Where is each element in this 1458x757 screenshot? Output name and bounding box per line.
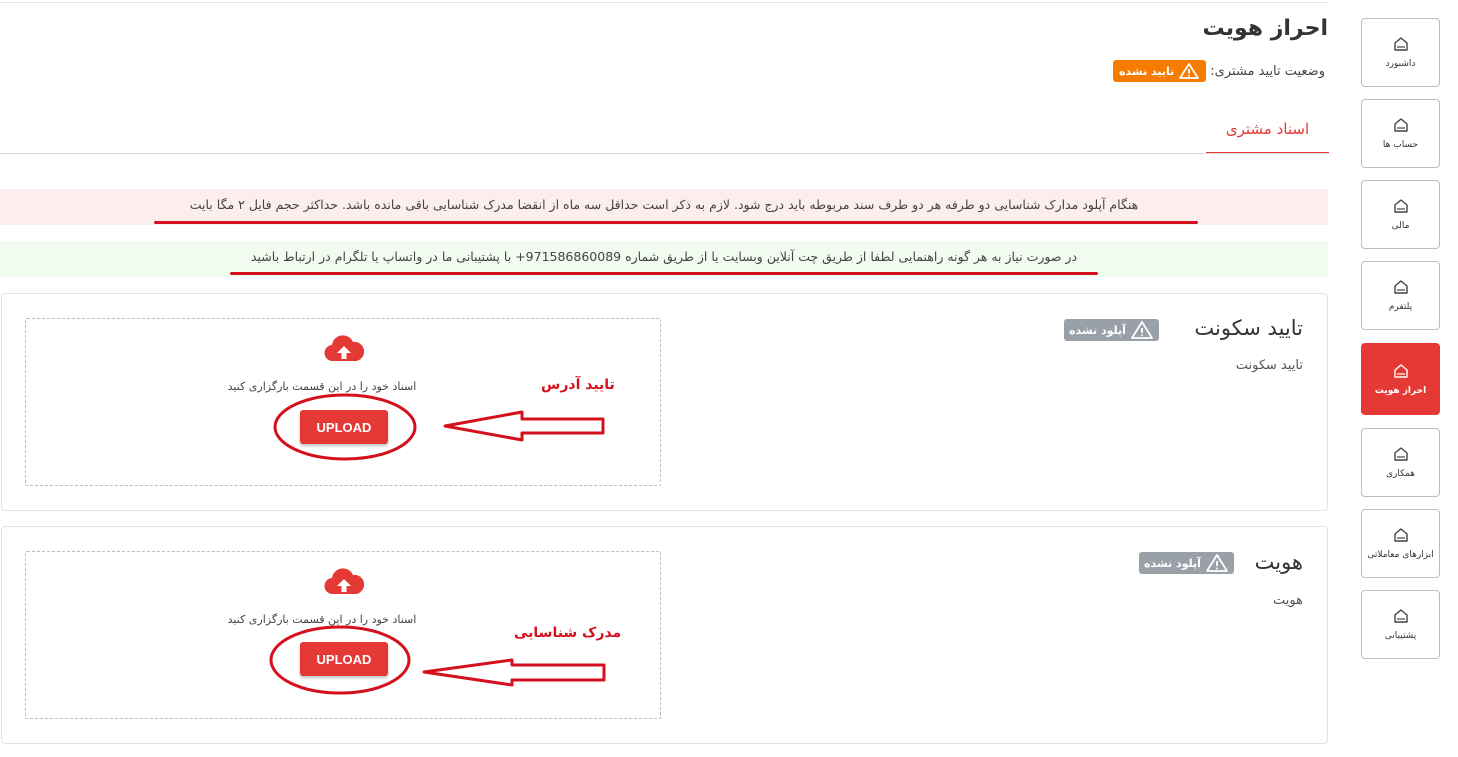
document-card-identity: هویت آپلود نشده هویت اسناد خود را در این… [1,526,1328,744]
warning-icon [1206,554,1228,572]
annotation-underline [230,272,1098,275]
sidebar-item-label: ابزارهای معاملاتی [1367,550,1434,560]
sidebar-item-label: حساب ها [1382,140,1419,150]
document-subtitle: هویت [1273,593,1303,608]
status-label: وضعیت تایید مشتری: [1210,63,1325,79]
upload-button[interactable]: UPLOAD [300,410,388,444]
warning-icon [1179,63,1200,79]
sidebar-item-platform[interactable]: پلتفرم [1361,261,1440,330]
sidebar-item-label: پشتیبانی [1384,631,1417,641]
tab-customer-documents[interactable]: اسناد مشتری [1206,110,1329,154]
upload-status-text: آپلود نشده [1144,556,1201,570]
sidebar-item-label: داشبورد [1385,59,1416,69]
document-title: هویت [1254,550,1303,574]
sidebar-item-dashboard[interactable]: داشبورد [1361,18,1440,87]
sidebar-item-trading-tools[interactable]: ابزارهای معاملاتی [1361,509,1440,578]
home-icon [1393,363,1408,378]
sidebar-item-partnership[interactable]: همکاری [1361,428,1440,497]
status-badge: تایید نشده [1113,60,1207,82]
upload-status-text: آپلود نشده [1069,323,1126,337]
document-card-residence: تایید سکونت آپلود نشده تایید سکونت اسناد… [1,293,1328,511]
upload-status-badge: آپلود نشده [1139,552,1234,574]
home-icon [1393,528,1408,542]
document-subtitle: تایید سکونت [1235,358,1303,373]
sidebar-item-support[interactable]: پشتیبانی [1361,590,1440,659]
dropzone[interactable]: اسناد خود را در این قسمت بارگزاری کنید U… [25,318,661,486]
upload-button[interactable]: UPLOAD [300,642,388,676]
top-divider [0,2,1328,3]
sidebar-item-label: احراز هویت [1374,385,1427,396]
annotation-label: مدرک شناسایی [514,625,622,641]
status-badge-text: تایید نشده [1119,64,1175,78]
home-icon [1393,609,1408,623]
home-icon [1393,447,1408,461]
sidebar-item-label: همکاری [1385,469,1416,479]
sidebar-item-verification[interactable]: احراز هویت [1361,343,1440,415]
upload-info-alert: هنگام آپلود مدارک شناسایی دو طرفه هر دو … [0,189,1328,225]
home-icon [1393,199,1408,213]
warning-icon [1131,321,1153,339]
sidebar-item-finance[interactable]: مالی [1361,180,1440,249]
document-title: تایید سکونت [1194,316,1303,340]
sidebar-item-label: مالی [1391,221,1410,231]
annotation-underline [154,221,1198,224]
home-icon [1393,37,1408,51]
home-icon [1393,280,1408,294]
cloud-upload-icon [324,568,365,595]
page-title: احراز هویت [1202,16,1328,41]
customer-status: وضعیت تایید مشتری: تایید نشده [1113,59,1325,83]
annotation-label: تایید آدرس [541,377,615,393]
tabs-divider [0,153,1329,154]
cloud-upload-icon [324,335,365,362]
sidebar-item-accounts[interactable]: حساب ها [1361,99,1440,168]
sidebar-item-label: پلتفرم [1388,302,1413,312]
upload-status-badge: آپلود نشده [1064,319,1159,341]
home-icon [1393,118,1408,132]
